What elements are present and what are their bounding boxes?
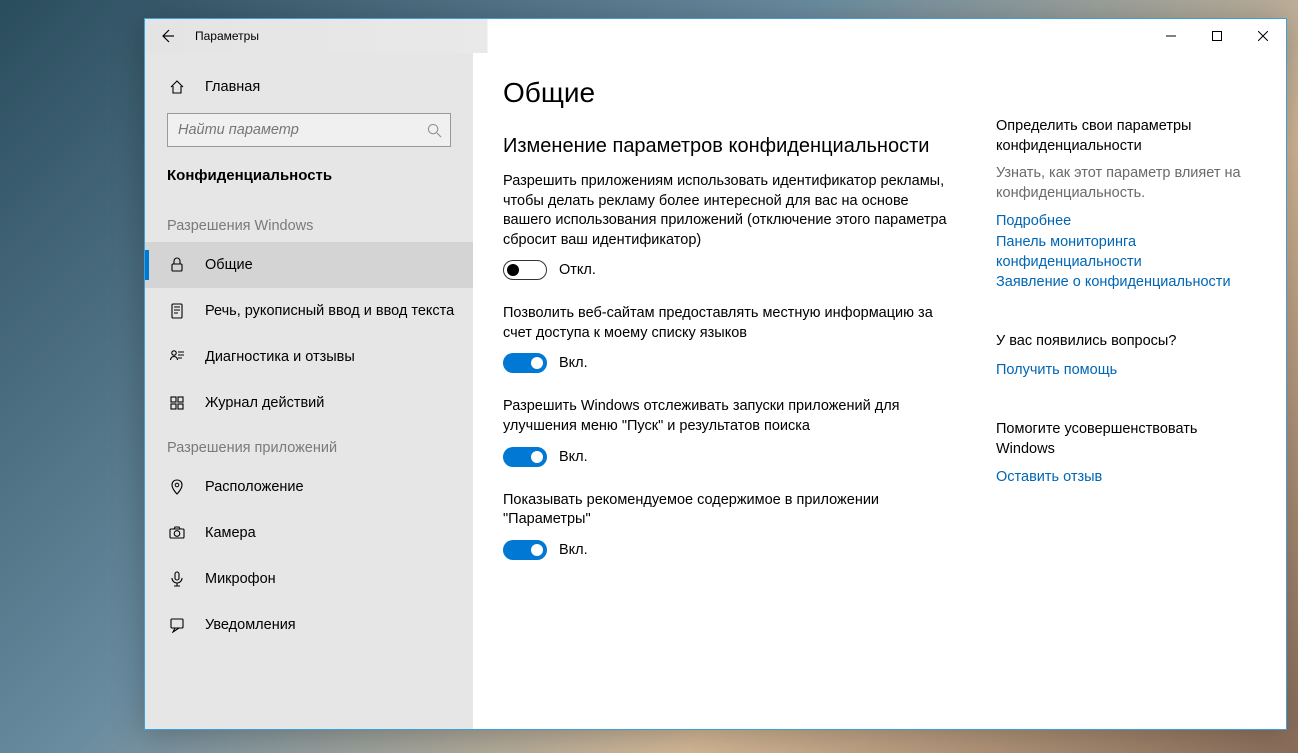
search-wrap — [145, 107, 473, 157]
setting-desc: Позволить веб-сайтам предоставлять местн… — [503, 304, 960, 343]
toggle-row: Откл. — [503, 260, 960, 280]
current-category: Конфиденциальность — [145, 157, 473, 204]
sidebar: Главная Конфиденциальность Разрешения Wi… — [145, 53, 473, 729]
help-block-questions: У вас появились вопросы? Получить помощь — [996, 332, 1256, 380]
setting-desc: Разрешить Windows отслеживать запуски пр… — [503, 397, 960, 436]
section-title: Изменение параметров конфиденциальности — [503, 135, 960, 158]
setting-desc: Показывать рекомендуемое содержимое в пр… — [503, 491, 960, 530]
help-block-feedback: Помогите усовершенствовать Windows Остав… — [996, 420, 1256, 487]
link-privacy-dashboard[interactable]: Панель мониторинга конфиденциальности — [996, 232, 1256, 273]
search-input[interactable] — [178, 122, 427, 138]
sidebar-item-notifications[interactable]: Уведомления — [145, 602, 473, 648]
home-nav[interactable]: Главная — [145, 67, 473, 107]
main-column: Общие Изменение параметров конфиденциаль… — [503, 77, 960, 709]
close-button[interactable] — [1240, 19, 1286, 53]
toggle-state-label: Вкл. — [559, 542, 588, 558]
search-icon — [427, 123, 442, 138]
right-heading: Определить свои параметры конфиденциальн… — [996, 117, 1256, 156]
sidebar-item-label: Речь, рукописный ввод и ввод текста — [205, 303, 454, 319]
setting-language-list: Позволить веб-сайтам предоставлять местн… — [503, 304, 960, 373]
setting-desc: Разрешить приложениям использовать идент… — [503, 172, 960, 250]
settings-window: Параметры Главная — [144, 18, 1287, 730]
sidebar-item-camera[interactable]: Камера — [145, 510, 473, 556]
sidebar-item-label: Общие — [205, 257, 253, 273]
link-give-feedback[interactable]: Оставить отзыв — [996, 467, 1256, 487]
maximize-button[interactable] — [1194, 19, 1240, 53]
content-area: Общие Изменение параметров конфиденциаль… — [473, 53, 1286, 729]
link-learn-more[interactable]: Подробнее — [996, 211, 1256, 231]
minimize-icon — [1166, 31, 1176, 41]
toggle-row: Вкл. — [503, 447, 960, 467]
toggle-state-label: Вкл. — [559, 449, 588, 465]
toggle-language-list[interactable] — [503, 353, 547, 373]
close-icon — [1258, 31, 1268, 41]
toggle-advertising-id[interactable] — [503, 260, 547, 280]
lock-icon — [167, 257, 187, 273]
back-button[interactable] — [145, 19, 189, 53]
maximize-icon — [1212, 31, 1222, 41]
feedback-icon — [167, 349, 187, 365]
sidebar-item-label: Уведомления — [205, 617, 296, 633]
arrow-left-icon — [159, 28, 175, 44]
sidebar-item-general[interactable]: Общие — [145, 242, 473, 288]
notifications-icon — [167, 617, 187, 633]
window-title: Параметры — [195, 29, 259, 43]
search-box[interactable] — [167, 113, 451, 147]
toggle-row: Вкл. — [503, 540, 960, 560]
right-column: Определить свои параметры конфиденциальн… — [996, 77, 1256, 709]
toggle-state-label: Откл. — [559, 262, 596, 278]
sidebar-item-activity[interactable]: Журнал действий — [145, 380, 473, 426]
sidebar-item-label: Журнал действий — [205, 395, 324, 411]
sidebar-item-microphone[interactable]: Микрофон — [145, 556, 473, 602]
link-privacy-statement[interactable]: Заявление о конфиденциальности — [996, 272, 1256, 292]
right-heading: Помогите усовершенствовать Windows — [996, 420, 1256, 459]
titlebar: Параметры — [145, 19, 1286, 53]
sidebar-item-location[interactable]: Расположение — [145, 464, 473, 510]
history-icon — [167, 395, 187, 411]
document-icon — [167, 303, 187, 319]
help-block-privacy: Определить свои параметры конфиденциальн… — [996, 117, 1256, 292]
toggle-suggested-content[interactable] — [503, 540, 547, 560]
sidebar-item-speech[interactable]: Речь, рукописный ввод и ввод текста — [145, 288, 473, 334]
group-header-windows: Разрешения Windows — [145, 204, 473, 242]
page-title: Общие — [503, 77, 960, 109]
right-heading: У вас появились вопросы? — [996, 332, 1256, 352]
toggle-state-label: Вкл. — [559, 355, 588, 371]
link-get-help[interactable]: Получить помощь — [996, 360, 1256, 380]
home-icon — [167, 79, 187, 95]
sidebar-item-label: Диагностика и отзывы — [205, 349, 355, 365]
location-icon — [167, 479, 187, 495]
toggle-row: Вкл. — [503, 353, 960, 373]
window-body: Главная Конфиденциальность Разрешения Wi… — [145, 53, 1286, 729]
setting-suggested-content: Показывать рекомендуемое содержимое в пр… — [503, 491, 960, 560]
microphone-icon — [167, 571, 187, 587]
right-subtext: Узнать, как этот параметр влияет на конф… — [996, 164, 1256, 203]
home-label: Главная — [205, 79, 260, 95]
toggle-app-launches[interactable] — [503, 447, 547, 467]
window-controls — [1148, 19, 1286, 53]
sidebar-item-diagnostics[interactable]: Диагностика и отзывы — [145, 334, 473, 380]
setting-advertising-id: Разрешить приложениям использовать идент… — [503, 172, 960, 280]
minimize-button[interactable] — [1148, 19, 1194, 53]
setting-app-launches: Разрешить Windows отслеживать запуски пр… — [503, 397, 960, 466]
sidebar-item-label: Микрофон — [205, 571, 276, 587]
sidebar-item-label: Камера — [205, 525, 256, 541]
camera-icon — [167, 525, 187, 541]
group-header-apps: Разрешения приложений — [145, 426, 473, 464]
sidebar-item-label: Расположение — [205, 479, 304, 495]
